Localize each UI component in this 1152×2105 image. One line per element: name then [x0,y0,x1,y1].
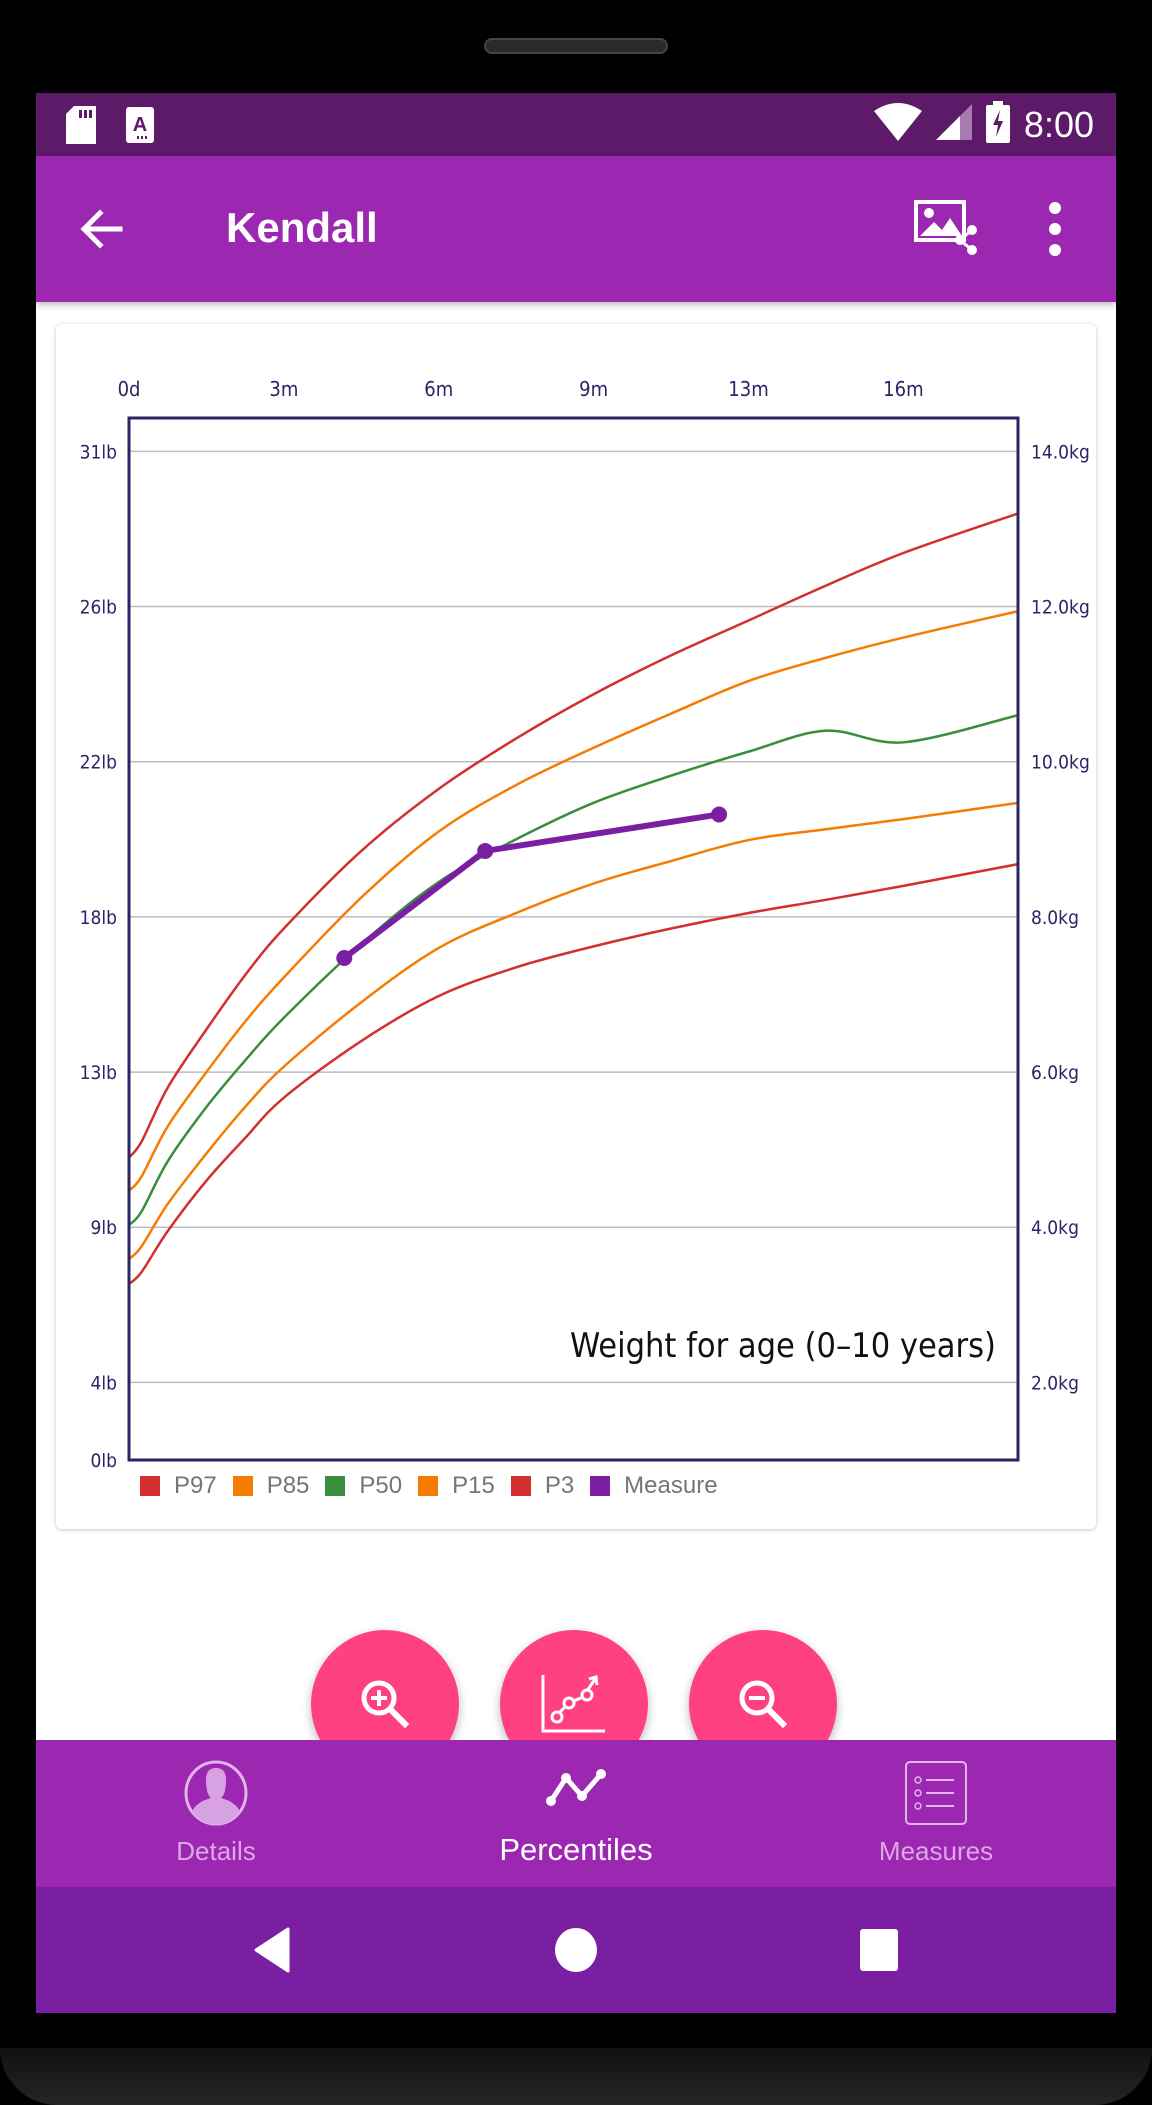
more-vert-icon [1049,202,1061,256]
home-circle-icon [555,1928,597,1972]
legend-item: P50 [325,1472,402,1500]
legend-swatch [418,1476,439,1496]
status-bar: A 8:00 [36,93,1116,156]
growth-chart[interactable]: 0d 3m 6m 9m 13m 16m 31lb 26lb 22lb 18lb 13lb 9lb 4lb… [56,324,1096,1529]
person-icon [184,1760,248,1831]
legend-label: P50 [359,1472,403,1499]
y-left-tick-label: 0lb [91,1450,117,1472]
app-notification-icon: A [126,107,154,148]
app-title: Kendall [226,204,378,251]
percentile-curve-p50 [128,713,1019,1226]
more-options-button[interactable] [1040,200,1070,258]
legend-label: P3 [544,1472,575,1499]
legend-item: P3 [510,1472,575,1500]
chart-trend-icon [541,1675,605,1733]
svg-text:A: A [133,114,147,136]
zoom-out-icon [739,1680,788,1729]
chart-legend: P97 P85 P50 P15 P3 Measure [140,1472,734,1500]
legend-swatch [325,1476,346,1496]
percentile-curve-p3 [128,862,1019,1285]
x-tick-label: 13m [728,377,768,401]
system-back-button[interactable] [252,1927,292,1978]
legend-swatch [510,1476,531,1496]
system-home-button[interactable] [554,1927,598,1978]
measure-point [711,806,728,823]
system-navigation-bar [36,1887,1116,2013]
y-left-tick-label: 13lb [80,1062,117,1084]
x-tick-label: 6m [424,377,453,401]
legend-label: Measure [624,1472,718,1499]
back-button[interactable] [76,203,128,255]
measure-point [336,950,353,967]
legend-label: P85 [266,1472,310,1499]
content-area: 0d 3m 6m 9m 13m 16m 31lb 26lb 22lb 18lb 13lb 9lb 4lb… [36,302,1116,1833]
y-left-tick-label: 4lb [91,1372,117,1394]
status-time: 8:00 [1023,103,1094,145]
percentile-curve-p85 [128,609,1019,1192]
nav-label-percentiles: Percentiles [499,1832,653,1867]
y-left-tick-label: 9lb [91,1217,117,1239]
legend-label: P97 [174,1472,217,1499]
list-icon [904,1760,968,1831]
arrow-back-icon [80,209,123,249]
bottom-navigation: Details Percentiles Measures [36,1740,1116,1887]
system-recents-button[interactable] [859,1927,899,1978]
legend-item: P97 [140,1472,217,1500]
x-tick-label: 3m [269,377,298,401]
sd-card-icon [66,106,96,149]
y-right-tick-label: 12.0kg [1031,597,1090,619]
nav-item-measures[interactable]: Measures [756,1740,1116,1887]
trend-line-icon [546,1768,606,1813]
y-right-tick-label: 6.0kg [1031,1062,1079,1084]
x-tick-label: 9m [579,377,608,401]
nav-item-details[interactable]: Details [36,1740,396,1887]
y-right-tick-label: 4.0kg [1031,1217,1079,1239]
share-image-button[interactable] [914,200,980,256]
chart-title: Weight for age (0–10 years) [570,1326,996,1366]
cell-signal-icon [935,104,972,145]
app-bar: Kendall [36,156,1116,302]
y-right-tick-label: 8.0kg [1031,907,1079,929]
y-right-tick-label: 14.0kg [1031,441,1090,463]
nav-label-details: Details [176,1836,256,1866]
phone-speaker [484,38,668,54]
y-left-tick-label: 31lb [80,441,117,463]
y-left-tick-label: 22lb [80,752,117,774]
screen: A 8:00 Kendall 0d 3m 6m 9m 13m 16m 31lb … [36,93,1116,2013]
zoom-in-icon [361,1680,410,1729]
legend-swatch [140,1476,160,1496]
legend-swatch [590,1476,611,1496]
wifi-icon [873,103,922,146]
percentile-curve-p15 [128,801,1019,1260]
y-left-tick-label: 26lb [80,597,117,619]
phone-bezel-bottom [0,2048,1152,2105]
measure-point [477,842,494,859]
x-tick-label: 16m [883,377,923,401]
y-left-tick-label: 18lb [80,907,117,929]
chart-card: 0d 3m 6m 9m 13m 16m 31lb 26lb 22lb 18lb 13lb 9lb 4lb… [56,324,1096,1529]
legend-label: P15 [452,1472,495,1499]
legend-item: P15 [418,1472,495,1500]
back-triangle-icon [254,1927,290,1973]
legend-item: P85 [232,1472,310,1500]
y-right-tick-label: 2.0kg [1031,1372,1079,1394]
legend-swatch [232,1476,253,1496]
recents-square-icon [860,1929,898,1971]
share-image-icon [914,200,977,255]
plot-frame [127,416,1020,1462]
x-tick-label: 0d [118,377,141,401]
measure-line [342,811,720,961]
nav-item-percentiles[interactable]: Percentiles [396,1740,756,1887]
legend-item: Measure [590,1472,718,1500]
y-right-tick-label: 10.0kg [1031,752,1090,774]
nav-label-measures: Measures [878,1836,994,1866]
battery-charging-icon [985,101,1010,148]
